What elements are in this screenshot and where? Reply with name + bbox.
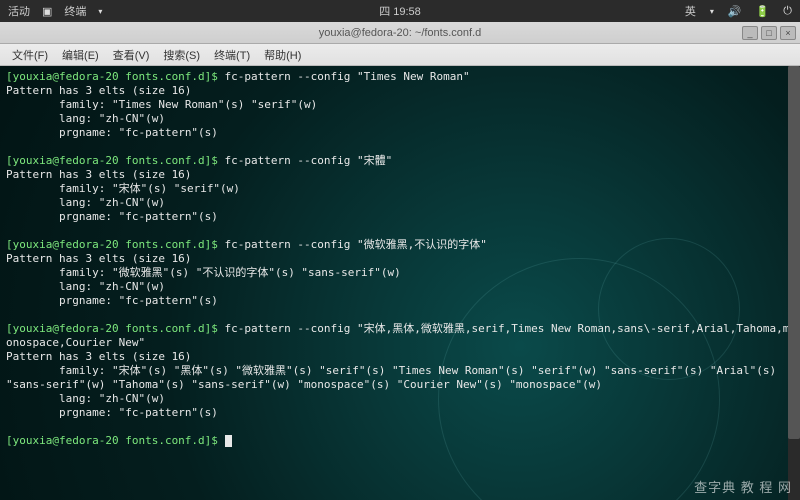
clock[interactable]: 四 19:58 (379, 6, 421, 18)
window-titlebar[interactable]: youxia@fedora-20: ~/fonts.conf.d _ □ × (0, 22, 800, 44)
menu-view[interactable]: 查看(V) (107, 45, 156, 65)
cursor (225, 435, 232, 447)
menu-edit[interactable]: 编辑(E) (56, 45, 105, 65)
power-icon[interactable]: ⏻ (783, 5, 792, 18)
menu-terminal[interactable]: 终端(T) (208, 45, 256, 65)
watermark: 查字典 教 程 网 (694, 477, 792, 496)
gnome-topbar: 活动 ▣ 终端 ▾ 四 19:58 英 ▾ 🔊 🔋 ⏻ (0, 0, 800, 22)
close-button[interactable]: × (780, 26, 796, 40)
chevron-down-icon: ▾ (98, 7, 102, 16)
menu-help[interactable]: 帮助(H) (258, 45, 307, 65)
terminal-area[interactable]: [youxia@fedora-20 fonts.conf.d]$ fc-patt… (0, 66, 800, 500)
volume-icon[interactable]: 🔊 (728, 5, 742, 18)
maximize-button[interactable]: □ (761, 26, 777, 40)
battery-icon[interactable]: 🔋 (756, 5, 770, 18)
scrollbar[interactable] (788, 66, 800, 500)
menu-search[interactable]: 搜索(S) (157, 45, 206, 65)
input-lang[interactable]: 英 (685, 3, 696, 19)
menu-file[interactable]: 文件(F) (6, 45, 54, 65)
window-title: youxia@fedora-20: ~/fonts.conf.d (319, 27, 482, 39)
minimize-button[interactable]: _ (742, 26, 758, 40)
terminal-app-icon: ▣ (42, 5, 52, 18)
menubar: 文件(F) 编辑(E) 查看(V) 搜索(S) 终端(T) 帮助(H) (0, 44, 800, 66)
terminal-output[interactable]: [youxia@fedora-20 fonts.conf.d]$ fc-patt… (0, 66, 800, 452)
app-name[interactable]: 终端 (64, 3, 86, 19)
activities-button[interactable]: 活动 (8, 3, 30, 19)
chevron-down-icon: ▾ (710, 7, 714, 16)
scroll-thumb[interactable] (788, 66, 800, 439)
